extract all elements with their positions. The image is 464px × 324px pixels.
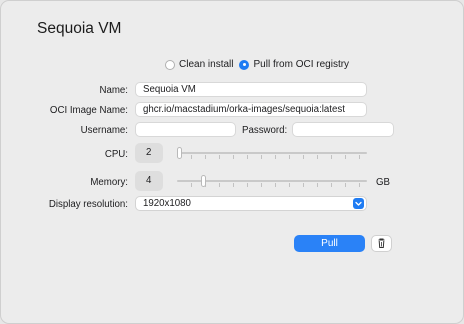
memory-tick [219, 183, 220, 187]
source-radio-group: Clean install Pull from OCI registry [165, 59, 355, 70]
memory-tick [261, 183, 262, 187]
memory-tick [317, 183, 318, 187]
display-resolution-select[interactable]: 1920x1080 [135, 196, 367, 211]
cpu-value: 2 [135, 143, 163, 163]
memory-tick [303, 183, 304, 187]
cpu-tick [331, 155, 332, 159]
cpu-tick [345, 155, 346, 159]
memory-tick [191, 183, 192, 187]
oci-image-field[interactable]: ghcr.io/macstadium/orka-images/sequoia:l… [135, 102, 367, 117]
chevron-up-down-icon [353, 198, 364, 209]
memory-tick [247, 183, 248, 187]
memory-slider-thumb[interactable] [201, 175, 206, 187]
vm-window: Sequoia VM Clean install Pull from OCI r… [0, 0, 464, 324]
memory-tick [289, 183, 290, 187]
pull-button[interactable]: Pull [294, 235, 365, 252]
cpu-label: CPU: [104, 149, 128, 160]
cpu-tick [247, 155, 248, 159]
radio-pull-oci[interactable]: Pull from OCI registry [239, 59, 349, 70]
cpu-tick [303, 155, 304, 159]
password-field[interactable] [292, 122, 394, 137]
memory-tick [233, 183, 234, 187]
password-label: Password: [242, 125, 288, 136]
name-field[interactable]: Sequoia VM [135, 82, 367, 97]
memory-slider[interactable] [175, 173, 371, 189]
cpu-slider[interactable] [175, 145, 371, 161]
radio-clean-install[interactable]: Clean install [165, 59, 233, 70]
radio-pull-oci-label: Pull from OCI registry [253, 59, 350, 70]
oci-image-label: OCI Image Name: [49, 105, 128, 116]
cpu-tick [191, 155, 192, 159]
trash-icon [378, 238, 385, 248]
cpu-tick [289, 155, 290, 159]
cpu-tick [359, 155, 360, 159]
cpu-tick [205, 155, 206, 159]
radio-clean-install-label: Clean install [179, 59, 234, 70]
memory-tick [359, 183, 360, 187]
cpu-tick [275, 155, 276, 159]
memory-unit: GB [376, 177, 390, 188]
display-resolution-label: Display resolution: [48, 199, 128, 210]
display-resolution-value: 1920x1080 [143, 198, 191, 209]
memory-value: 4 [135, 171, 163, 191]
cpu-tick [261, 155, 262, 159]
username-label: Username: [80, 125, 128, 136]
cpu-tick [219, 155, 220, 159]
memory-tick [331, 183, 332, 187]
cpu-tick [233, 155, 234, 159]
cpu-slider-thumb[interactable] [177, 147, 182, 159]
memory-tick [275, 183, 276, 187]
radio-unchecked-icon [165, 59, 175, 70]
window-title: Sequoia VM [37, 20, 122, 37]
cpu-slider-track [177, 152, 367, 154]
username-field[interactable] [135, 122, 236, 137]
name-label: Name: [99, 85, 128, 96]
delete-button[interactable] [371, 235, 392, 252]
radio-checked-icon [239, 59, 250, 70]
cpu-tick [317, 155, 318, 159]
memory-tick [345, 183, 346, 187]
memory-label: Memory: [90, 177, 128, 188]
